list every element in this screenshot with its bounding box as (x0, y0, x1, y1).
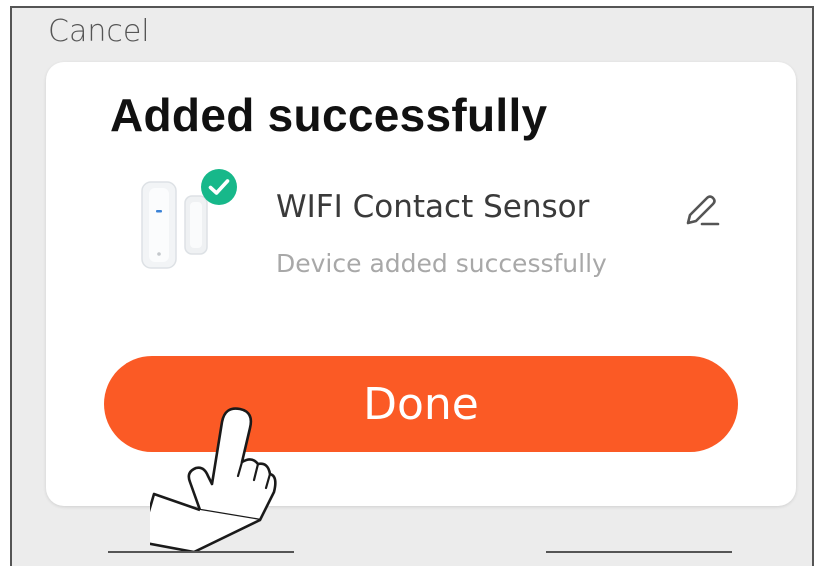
pencil-icon[interactable] (682, 190, 722, 235)
device-name: WIFI Contact Sensor (276, 189, 590, 225)
device-status: Device added successfully (276, 249, 607, 278)
dialog-title: Added successfully (110, 89, 548, 141)
bottom-divider-left (108, 551, 294, 553)
bottom-divider-right (546, 551, 732, 553)
check-circle-icon (200, 168, 238, 211)
cancel-button[interactable]: Cancel (48, 14, 150, 49)
done-button[interactable]: Done (104, 356, 738, 452)
done-button-label: Done (363, 378, 479, 430)
